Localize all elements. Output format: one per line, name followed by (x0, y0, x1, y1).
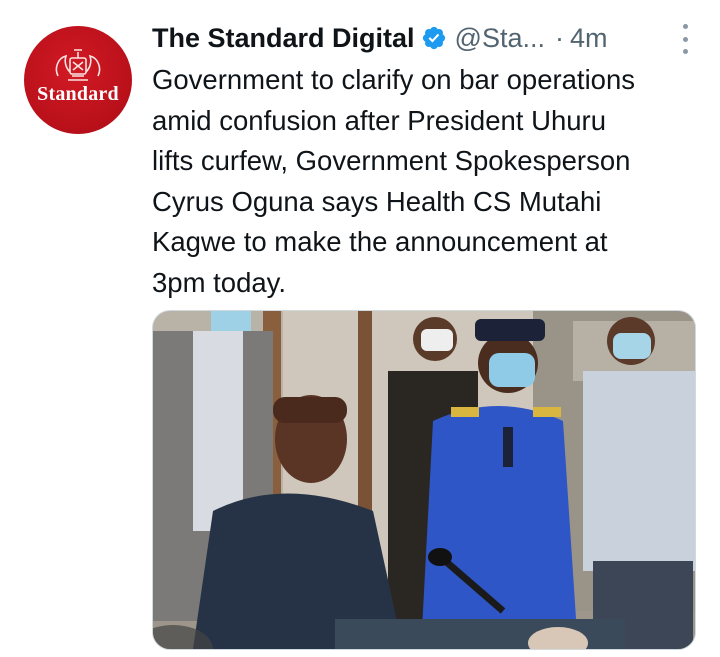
tweet-text: Government to clarify on bar operations … (152, 64, 636, 298)
crest-logo-icon (55, 49, 101, 81)
separator-dot: · (554, 22, 564, 53)
tweet-header: The Standard Digital @Sta... · 4m (152, 18, 690, 58)
timestamp[interactable]: 4m (570, 23, 608, 54)
press-briefing-photo (153, 311, 695, 649)
more-vertical-icon[interactable] (680, 24, 690, 54)
tweet-photo[interactable] (152, 310, 696, 650)
author-name[interactable]: The Standard Digital (152, 23, 415, 54)
avatar[interactable]: Standard (24, 26, 132, 134)
verified-badge-icon (422, 26, 445, 50)
avatar-brand-text: Standard (37, 83, 119, 105)
author-handle[interactable]: @Sta... (455, 23, 545, 54)
